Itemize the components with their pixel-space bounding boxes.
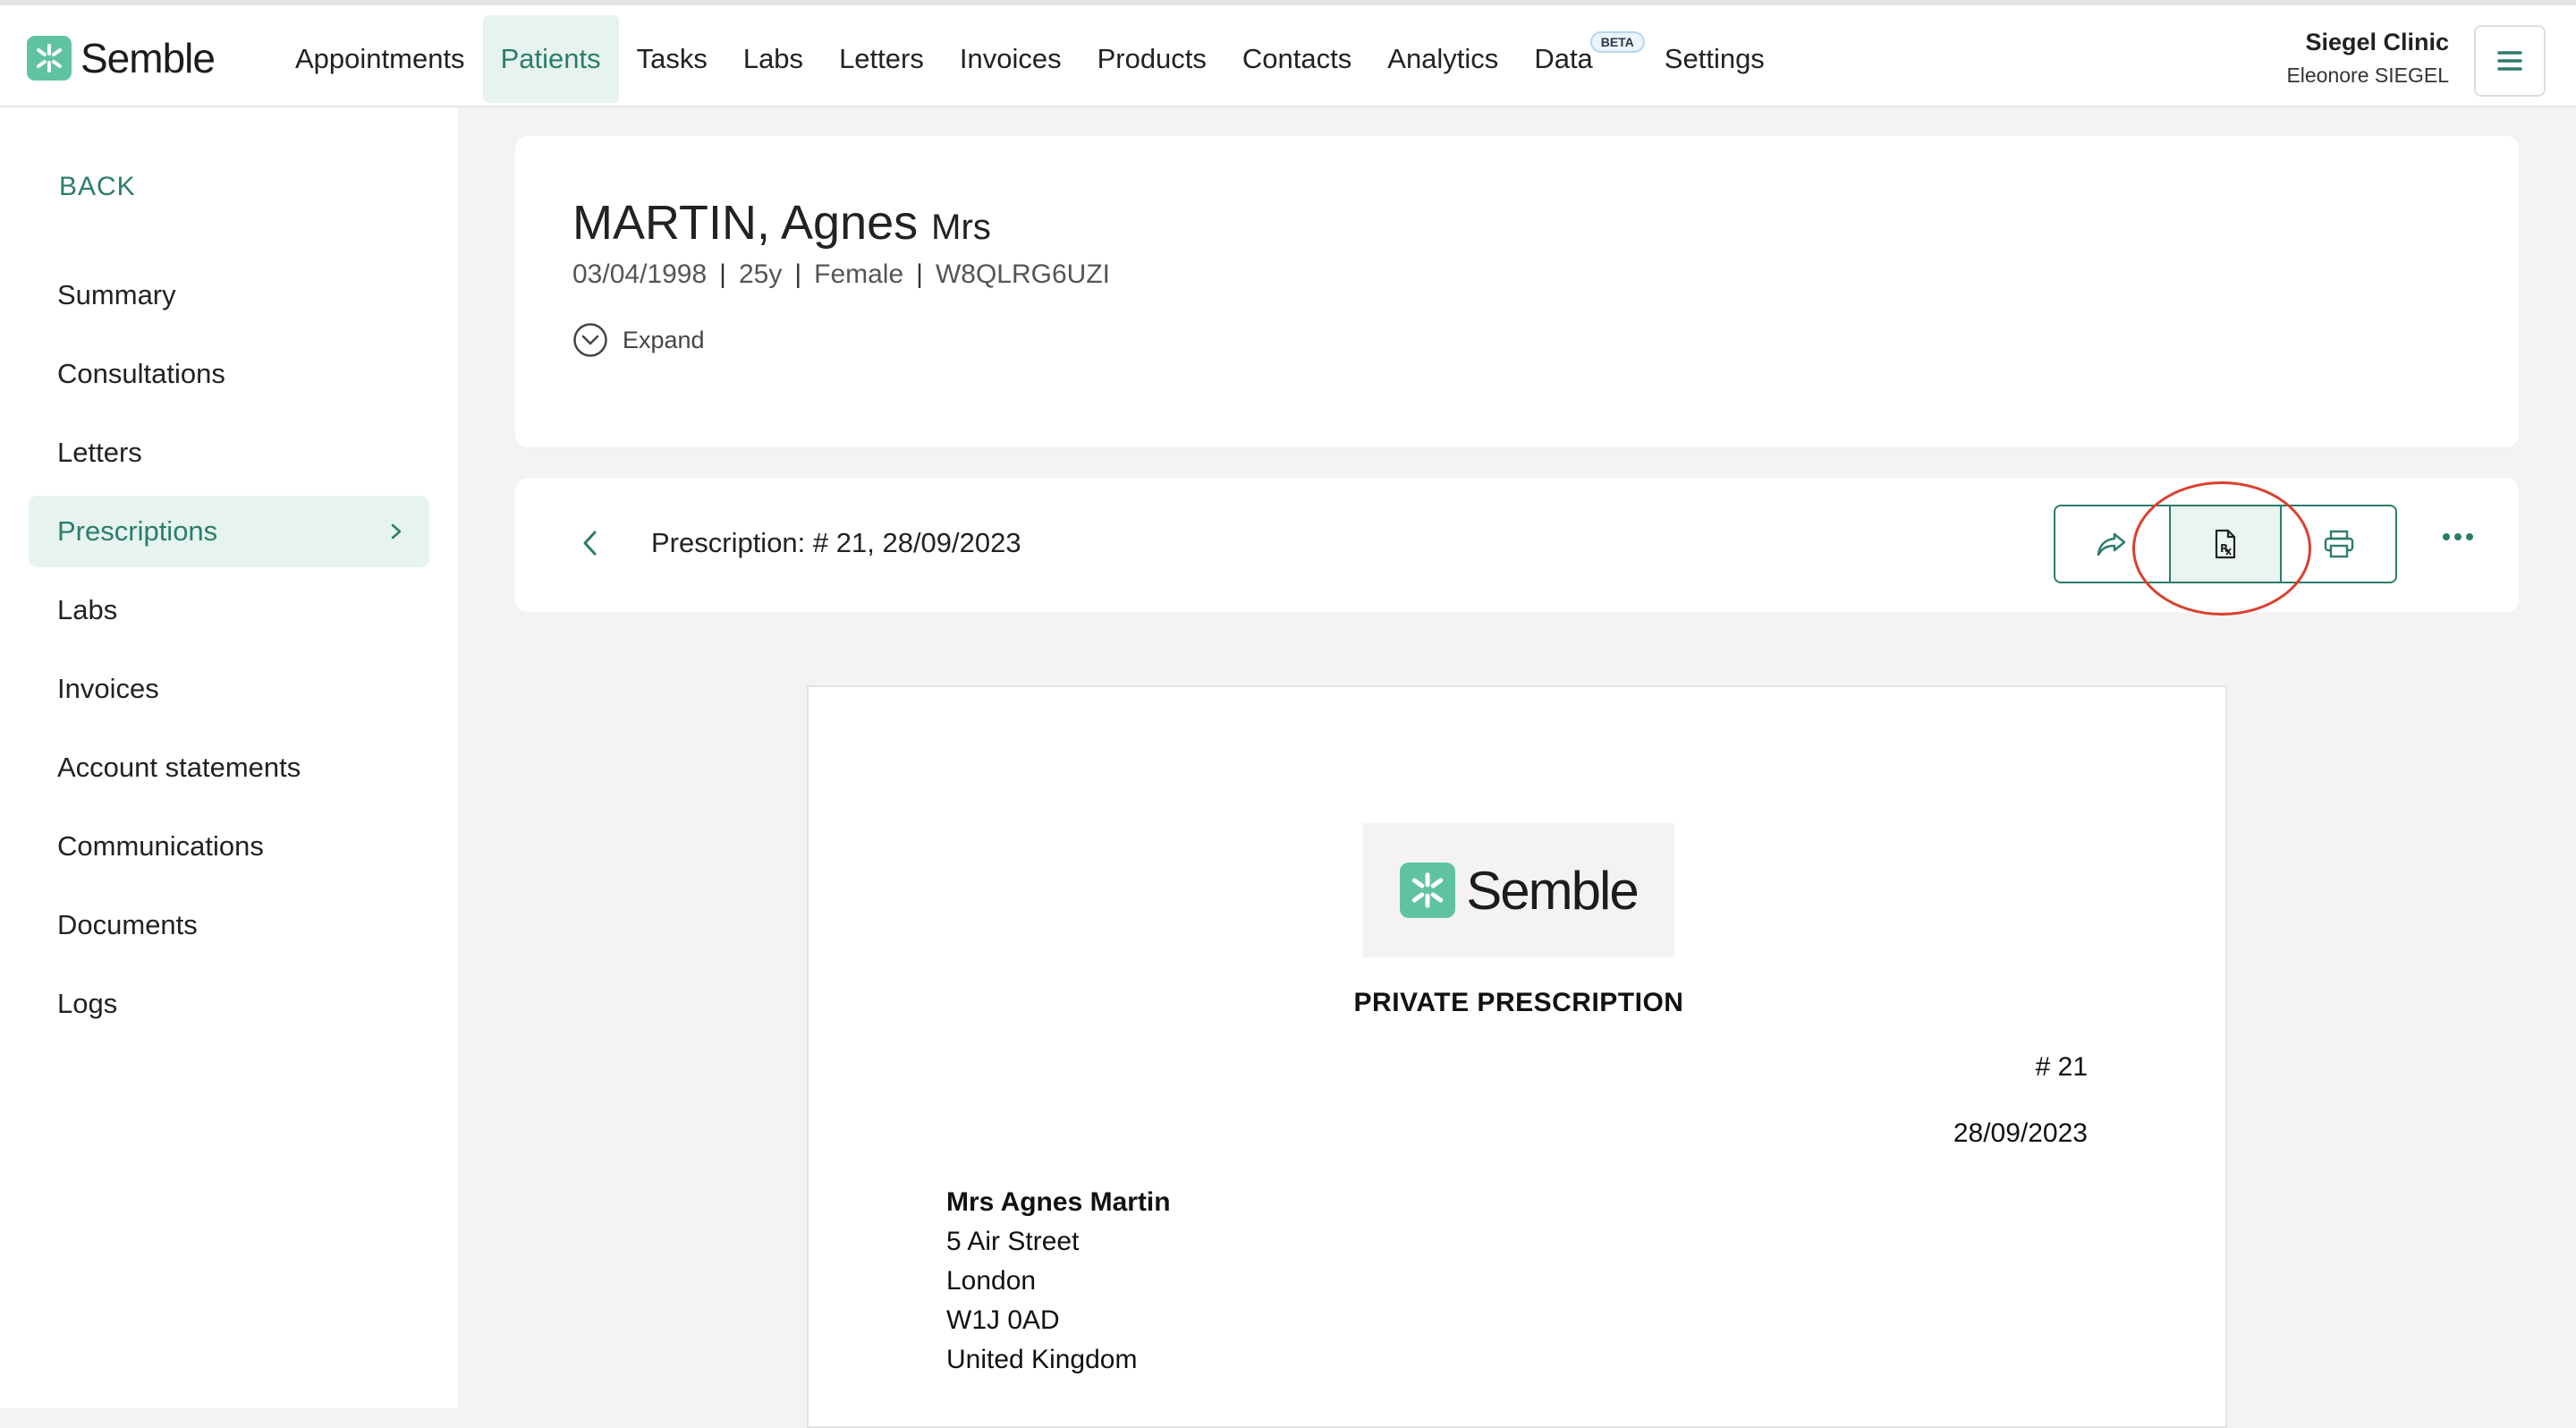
- back-link[interactable]: BACK: [59, 172, 136, 202]
- sidebar-item-consultations[interactable]: Consultations: [29, 338, 429, 410]
- patient-age: 25y: [738, 259, 783, 289]
- more-options-button[interactable]: [2442, 530, 2474, 546]
- patient-section-list: Summary Consultations Letters Prescripti…: [29, 259, 429, 1047]
- chevron-down-circle-icon: [573, 323, 607, 357]
- sidebar-item-letters[interactable]: Letters: [29, 417, 429, 489]
- separator: |: [916, 259, 923, 289]
- beta-badge: BETA: [1589, 31, 1645, 53]
- sidebar-item-summary[interactable]: Summary: [29, 259, 429, 331]
- hamburger-icon: [2497, 51, 2522, 71]
- nav-labs[interactable]: Labs: [725, 15, 821, 103]
- nav-invoices[interactable]: Invoices: [942, 15, 1080, 103]
- sidebar-item-labs[interactable]: Labs: [29, 574, 429, 646]
- document-logo: Semble: [1363, 823, 1674, 957]
- address-name: Mrs Agnes Martin: [946, 1187, 1171, 1217]
- semble-logo-icon: [27, 36, 72, 81]
- nav-patients[interactable]: Patients: [482, 15, 619, 103]
- patient-title: Mrs: [931, 208, 991, 247]
- brand-name: Semble: [80, 35, 216, 81]
- address-postcode: W1J 0AD: [946, 1305, 1060, 1335]
- address-city: London: [946, 1266, 1037, 1296]
- prescription-title: Prescription: # 21, 28/09/2023: [651, 527, 1021, 558]
- main-nav: Appointments Patients Tasks Labs Letters…: [277, 14, 1783, 104]
- printer-icon: [2324, 530, 2353, 558]
- semble-logo[interactable]: Semble: [27, 35, 216, 81]
- separator: |: [719, 259, 726, 289]
- sidebar-item-prescriptions[interactable]: Prescriptions: [29, 496, 429, 567]
- clinic-account[interactable]: Siegel Clinic Eleonore SIEGEL: [2286, 29, 2449, 88]
- nav-products[interactable]: Products: [1080, 15, 1224, 103]
- sidebar-item-documents[interactable]: Documents: [29, 889, 429, 961]
- clinic-name: Siegel Clinic: [2305, 29, 2449, 55]
- nav-analytics[interactable]: Analytics: [1369, 15, 1516, 103]
- chevron-left-icon: [583, 531, 597, 556]
- clinic-user-name: Eleonore SIEGEL: [2286, 64, 2449, 87]
- chevron-right-icon: [391, 523, 402, 540]
- document-heading: PRIVATE PRESCRIPTION: [1353, 988, 1684, 1017]
- semble-logo-icon: [1400, 863, 1456, 918]
- patient-dob: 03/04/1998: [572, 259, 708, 289]
- sidebar-item-invoices[interactable]: Invoices: [29, 653, 429, 725]
- patient-address: Mrs Agnes Martin 5 Air Street London W1J…: [946, 1183, 1171, 1380]
- prescription-back-button[interactable]: [580, 528, 601, 563]
- address-country: United Kingdom: [946, 1345, 1138, 1374]
- patient-sidebar: BACK Summary Consultations Letters Presc…: [0, 107, 458, 1408]
- nav-tasks[interactable]: Tasks: [619, 15, 725, 103]
- sidebar-item-logs[interactable]: Logs: [29, 968, 429, 1040]
- address-line1: 5 Air Street: [946, 1227, 1080, 1256]
- prescription-document-preview: Semble PRIVATE PRESCRIPTION # 21 28/09/2…: [807, 685, 2227, 1428]
- sidebar-item-account-statements[interactable]: Account statements: [29, 732, 429, 803]
- more-horizontal-icon: [2443, 533, 2473, 540]
- patient-sex: Female: [814, 259, 904, 289]
- sidebar-item-communications[interactable]: Communications: [29, 811, 429, 882]
- share-icon: [2097, 532, 2126, 557]
- nav-settings[interactable]: Settings: [1647, 15, 1783, 103]
- patient-name: MARTIN, Agnes: [572, 196, 919, 250]
- prescription-number: # 21: [2035, 1052, 2088, 1082]
- sidebar-item-label: Prescriptions: [57, 515, 218, 547]
- patient-meta: 03/04/1998 | 25y | Female | W8QLRG6UZI: [572, 259, 1110, 290]
- top-navigation-bar: Semble Appointments Patients Tasks Labs …: [0, 0, 2576, 107]
- annotation-highlight-circle: [2132, 481, 2311, 616]
- nav-data[interactable]: Data BETA: [1516, 15, 1645, 103]
- prescription-date: 28/09/2023: [1953, 1118, 2088, 1148]
- document-logo-text: Semble: [1466, 860, 1639, 921]
- nav-data-label: Data: [1534, 43, 1593, 74]
- patient-header-card: MARTIN, Agnes Mrs 03/04/1998 | 25y | Female |…: [515, 136, 2519, 447]
- hamburger-menu-button[interactable]: [2474, 25, 2546, 97]
- expand-button[interactable]: Expand: [572, 322, 705, 358]
- expand-label: Expand: [623, 326, 705, 353]
- separator: |: [794, 259, 802, 289]
- patient-id: W8QLRG6UZI: [935, 259, 1110, 289]
- nav-appointments[interactable]: Appointments: [277, 15, 483, 103]
- nav-contacts[interactable]: Contacts: [1224, 15, 1369, 103]
- nav-letters[interactable]: Letters: [821, 15, 942, 103]
- patient-name-heading: MARTIN, Agnes Mrs: [572, 195, 991, 251]
